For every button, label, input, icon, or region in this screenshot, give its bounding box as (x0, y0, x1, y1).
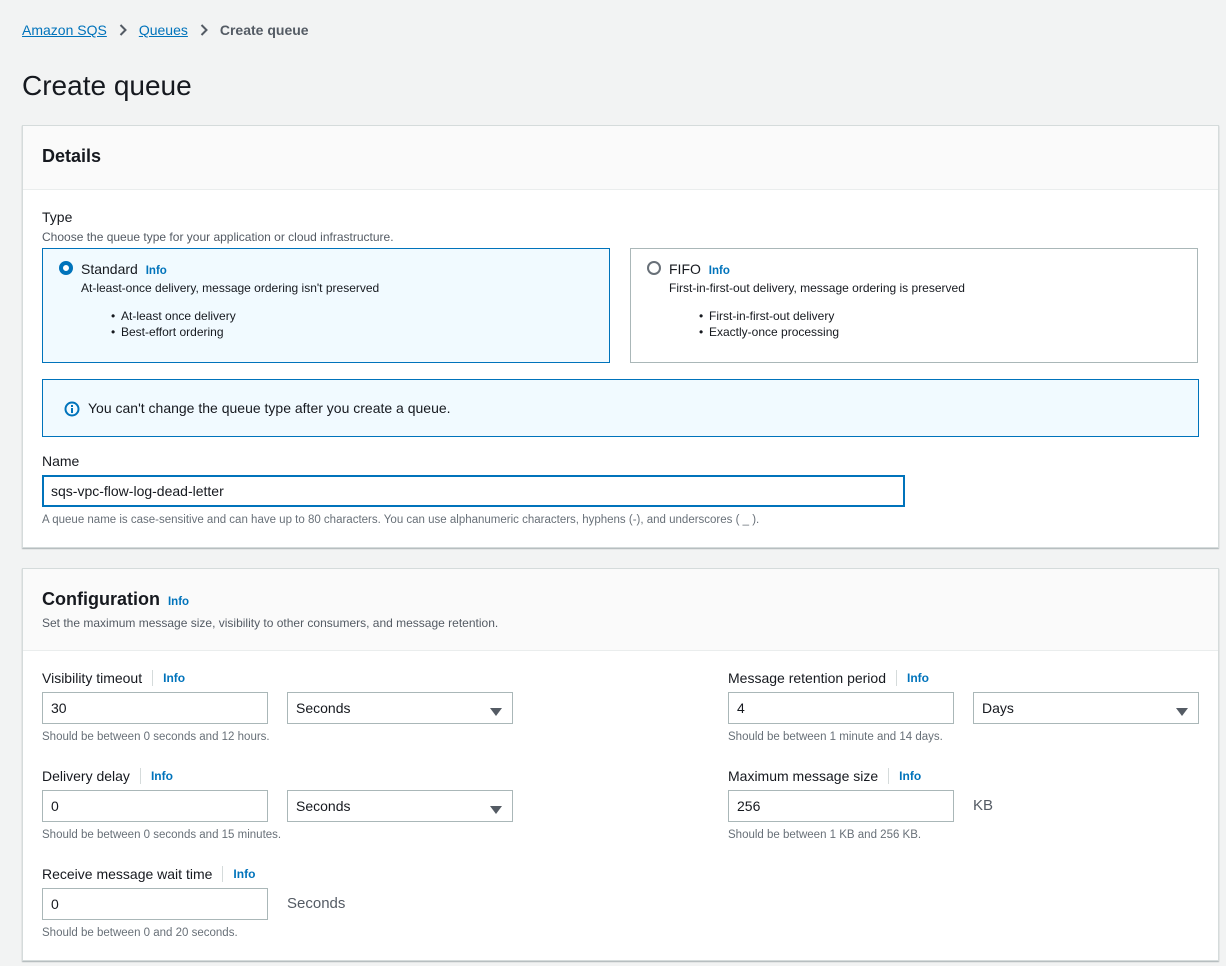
fifo-info-link[interactable]: Info (709, 265, 730, 277)
configuration-info-link[interactable]: Info (168, 596, 189, 608)
message-retention-label-row: Message retention period Info (728, 670, 929, 686)
delivery-delay-input[interactable] (42, 790, 268, 822)
configuration-title-row: Configuration Info (42, 589, 189, 610)
configuration-header: Configuration Info Set the maximum messa… (23, 569, 1218, 651)
list-item: Exactly-once processing (699, 325, 839, 341)
type-label: Type (42, 209, 73, 225)
message-retention-input[interactable] (728, 692, 954, 724)
divider (888, 768, 890, 784)
alert-text: You can't change the queue type after yo… (88, 400, 451, 416)
message-retention-hint: Should be between 1 minute and 14 days. (728, 731, 943, 743)
delivery-delay-label: Delivery delay (42, 768, 130, 784)
message-retention-label: Message retention period (728, 670, 886, 686)
fifo-radio[interactable] (647, 261, 661, 275)
name-hint: A queue name is case-sensitive and can h… (42, 514, 760, 526)
caret-down-icon (490, 802, 502, 818)
visibility-timeout-label: Visibility timeout (42, 670, 143, 686)
type-description: Choose the queue type for your applicati… (42, 230, 394, 244)
breadcrumb-current: Create queue (219, 22, 309, 38)
list-item: Best-effort ordering (111, 325, 236, 341)
list-item: First-in-first-out delivery (699, 309, 839, 325)
divider (222, 866, 224, 882)
caret-down-icon (1176, 704, 1188, 720)
visibility-timeout-label-row: Visibility timeout Info (42, 670, 185, 686)
visibility-timeout-unit: Seconds (296, 700, 351, 716)
receive-wait-time-input[interactable] (42, 888, 268, 920)
message-retention-info-link[interactable]: Info (907, 671, 929, 685)
details-header: Details (23, 126, 1218, 190)
receive-wait-time-label-row: Receive message wait time Info (42, 866, 255, 882)
max-message-size-unit: KB (973, 797, 994, 814)
name-label: Name (42, 453, 80, 469)
standard-title-row: Standard Info (81, 261, 167, 277)
queue-type-standard-tile[interactable]: Standard Info At-least-once delivery, me… (42, 248, 610, 363)
details-title: Details (42, 146, 102, 166)
delivery-delay-hint: Should be between 0 seconds and 15 minut… (42, 829, 282, 841)
breadcrumb-queues[interactable]: Queues (139, 22, 188, 38)
chevron-right-icon (119, 24, 127, 36)
receive-wait-time-info-link[interactable]: Info (233, 867, 255, 881)
queue-type-alert: You can't change the queue type after yo… (42, 379, 1199, 437)
receive-wait-time-label: Receive message wait time (42, 866, 213, 882)
max-message-size-info-link[interactable]: Info (899, 769, 921, 783)
queue-name-input[interactable] (42, 475, 905, 507)
max-message-size-label-row: Maximum message size Info (728, 768, 921, 784)
page-title: Create queue (22, 70, 192, 101)
configuration-panel: Configuration Info Set the maximum messa… (22, 568, 1219, 961)
standard-info-link[interactable]: Info (146, 265, 167, 277)
visibility-timeout-input[interactable] (42, 692, 268, 724)
divider (152, 670, 154, 686)
max-message-size-label: Maximum message size (728, 768, 879, 784)
standard-title: Standard (81, 261, 138, 277)
message-retention-unit: Days (982, 700, 1014, 716)
delivery-delay-info-link[interactable]: Info (151, 769, 173, 783)
caret-down-icon (490, 704, 502, 720)
standard-bullets: At-least once delivery Best-effort order… (111, 309, 236, 341)
standard-description: At-least-once delivery, message ordering… (81, 281, 380, 295)
list-item: At-least once delivery (111, 309, 236, 325)
receive-wait-time-hint: Should be between 0 and 20 seconds. (42, 927, 238, 939)
delivery-delay-label-row: Delivery delay Info (42, 768, 173, 784)
fifo-bullets: First-in-first-out delivery Exactly-once… (699, 309, 839, 341)
breadcrumb: Amazon SQS Queues Create queue (22, 20, 309, 40)
receive-wait-time-unit: Seconds (287, 895, 346, 912)
breadcrumb-amazon-sqs[interactable]: Amazon SQS (22, 22, 107, 38)
delivery-delay-unit: Seconds (296, 798, 351, 814)
chevron-right-icon (200, 24, 208, 36)
configuration-description: Set the maximum message size, visibility… (42, 616, 499, 630)
visibility-timeout-unit-select[interactable]: Seconds (287, 692, 513, 724)
visibility-timeout-hint: Should be between 0 seconds and 12 hours… (42, 731, 270, 743)
fifo-title: FIFO (669, 261, 701, 277)
queue-type-fifo-tile[interactable]: FIFO Info First-in-first-out delivery, m… (630, 248, 1198, 363)
divider (139, 768, 141, 784)
configuration-title: Configuration (42, 589, 160, 609)
max-message-size-input[interactable] (728, 790, 954, 822)
info-circle-icon (64, 401, 80, 422)
delivery-delay-unit-select[interactable]: Seconds (287, 790, 513, 822)
fifo-description: First-in-first-out delivery, message ord… (669, 281, 965, 295)
visibility-timeout-info-link[interactable]: Info (163, 671, 185, 685)
standard-radio[interactable] (59, 261, 73, 275)
max-message-size-hint: Should be between 1 KB and 256 KB. (728, 829, 922, 841)
divider (896, 670, 897, 686)
details-panel: Details Type Choose the queue type for y… (22, 125, 1219, 548)
fifo-title-row: FIFO Info (669, 261, 730, 277)
message-retention-unit-select[interactable]: Days (973, 692, 1199, 724)
